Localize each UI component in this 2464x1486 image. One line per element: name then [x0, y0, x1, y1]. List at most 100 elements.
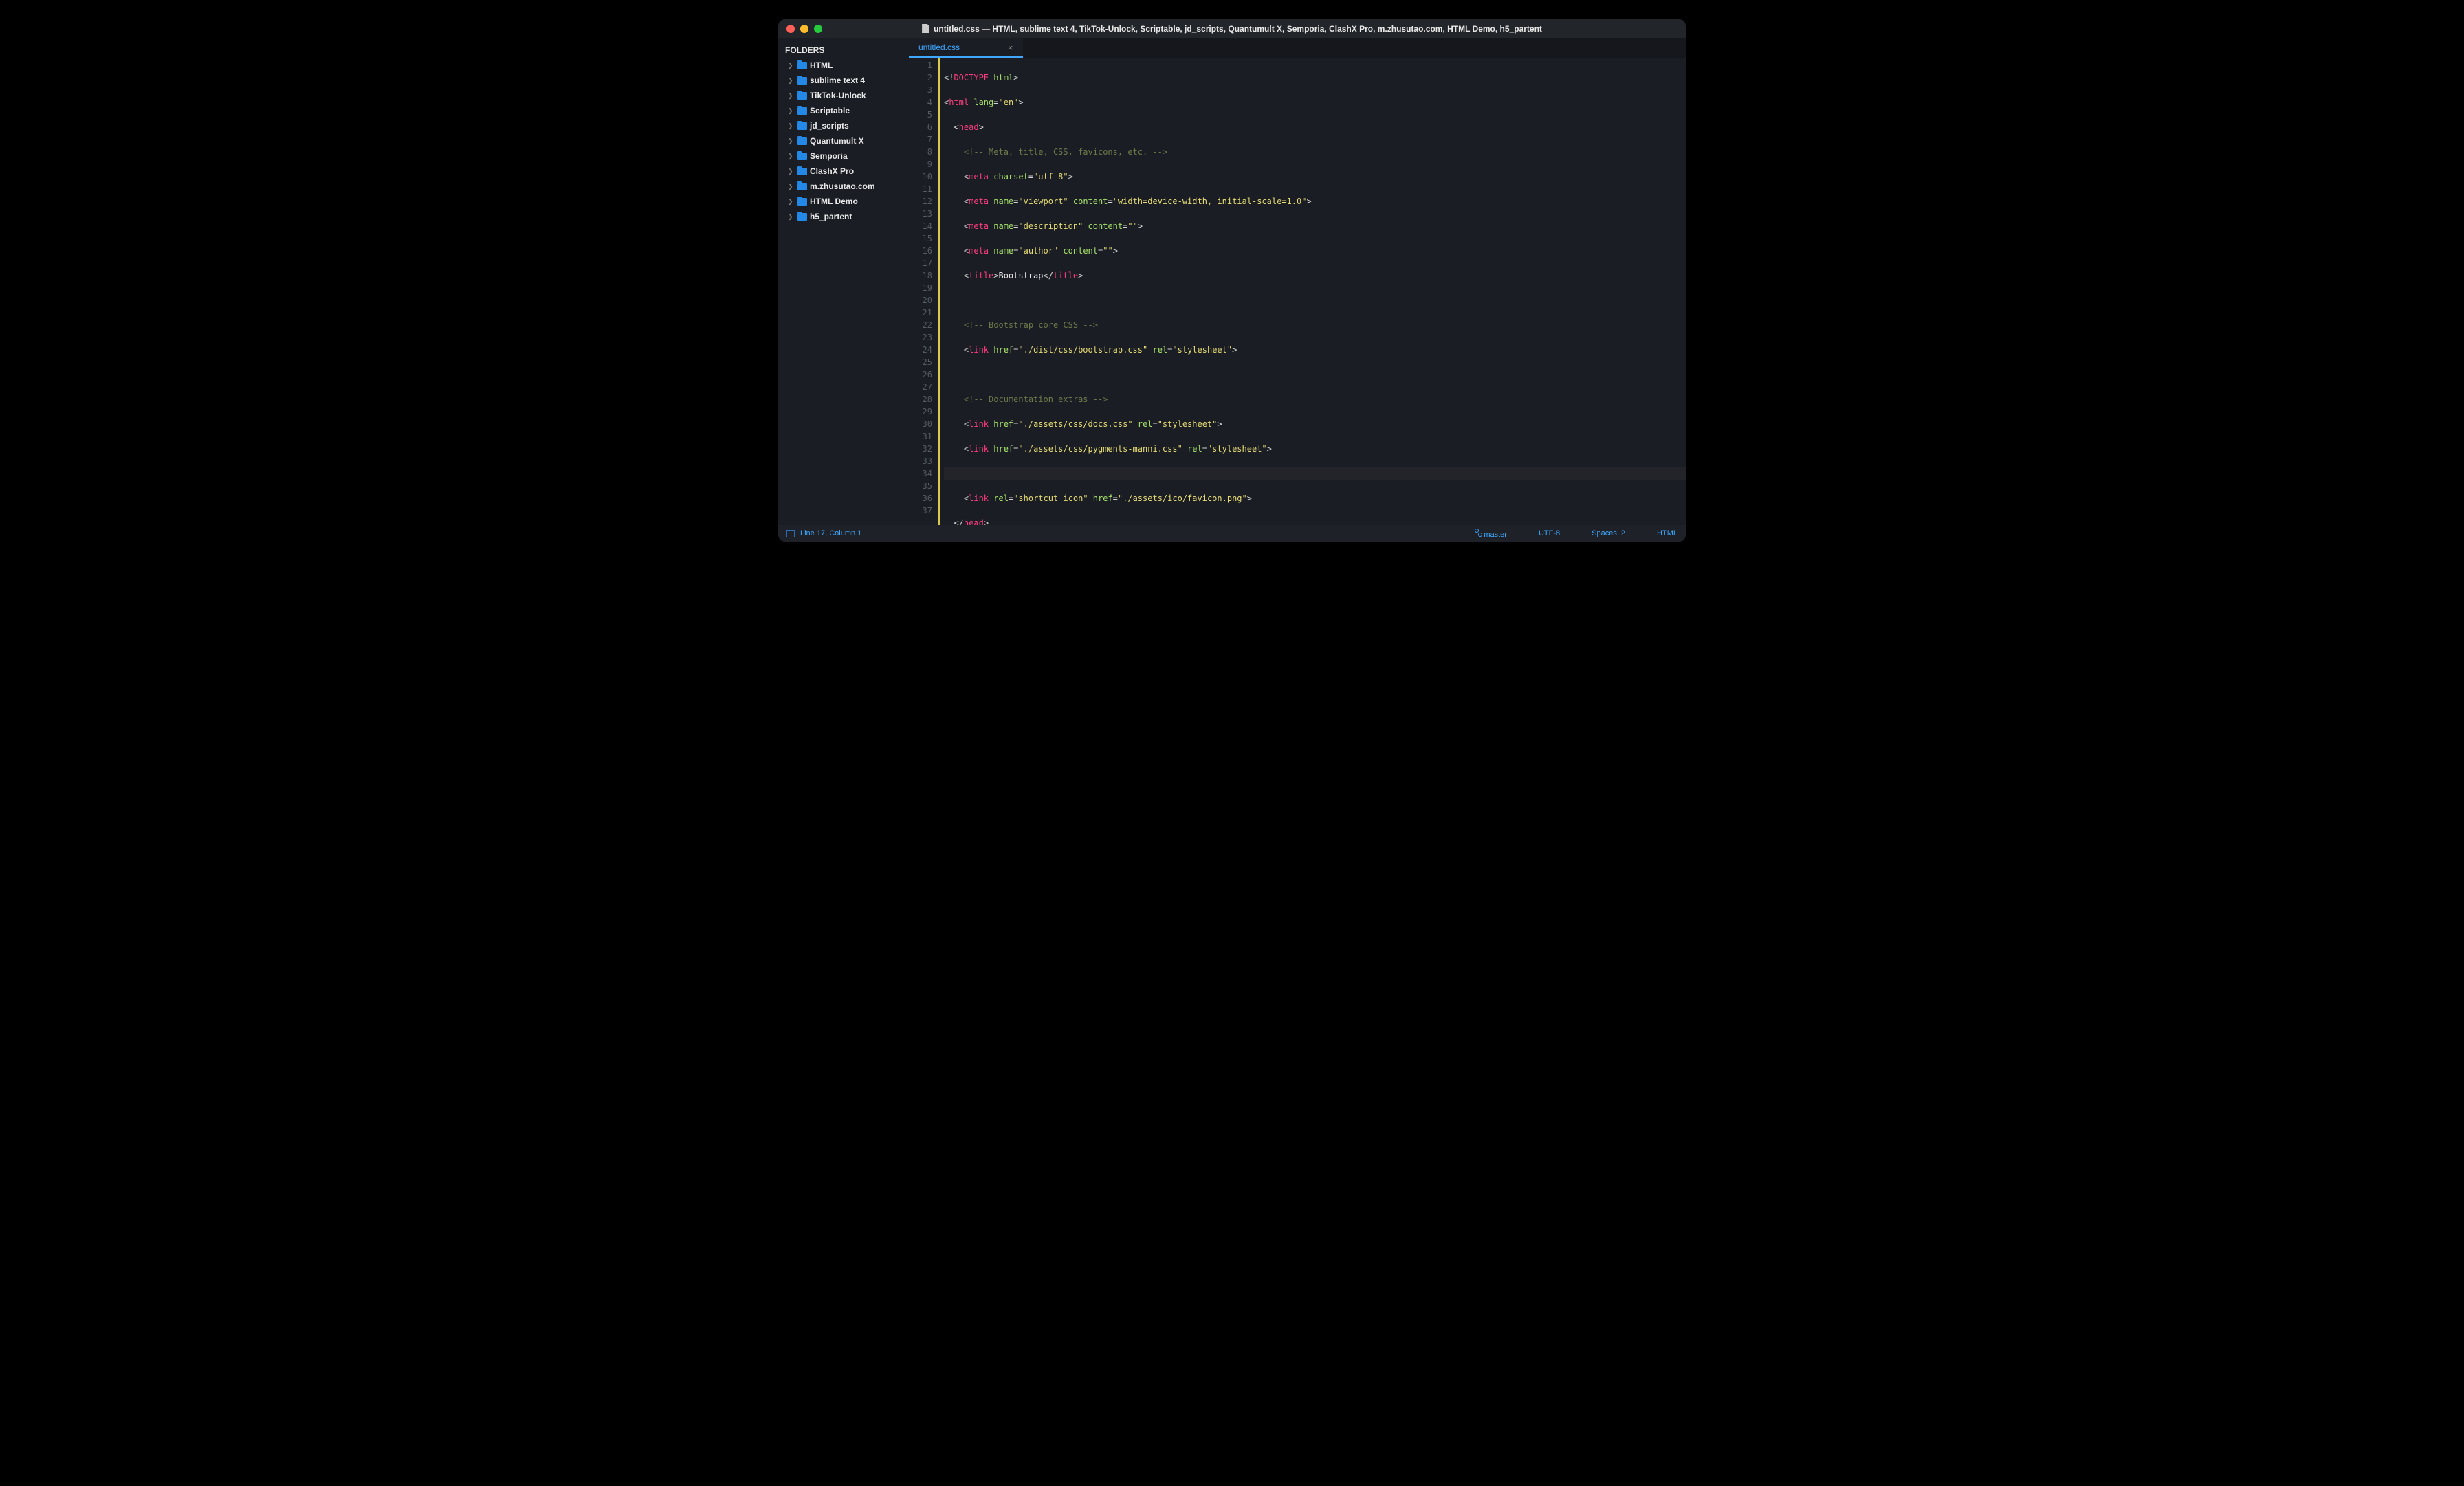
sidebar-item-tiktok[interactable]: ❯TikTok-Unlock — [778, 88, 909, 103]
window-title: untitled.css — HTML, sublime text 4, Tik… — [778, 24, 1686, 34]
line-number: 12 — [909, 195, 932, 208]
folder-label: jd_scripts — [810, 120, 849, 132]
line-number: 27 — [909, 381, 932, 393]
chevron-right-icon: ❯ — [788, 210, 795, 223]
chevron-right-icon: ❯ — [788, 74, 795, 87]
folder-label: ClashX Pro — [810, 165, 854, 177]
chevron-right-icon: ❯ — [788, 180, 795, 192]
line-number: 11 — [909, 183, 932, 195]
code-line[interactable]: <meta name="description" content=""> — [944, 220, 1686, 232]
status-left: Line 17, Column 1 — [786, 529, 861, 537]
sidebar-item-h5partent[interactable]: ❯h5_partent — [778, 209, 909, 224]
cursor-position[interactable]: Line 17, Column 1 — [800, 529, 861, 537]
indent[interactable]: Spaces: 2 — [1592, 529, 1625, 537]
code-line[interactable]: <title>Bootstrap</title> — [944, 269, 1686, 282]
code-line[interactable]: <link href="./dist/css/bootstrap.css" re… — [944, 344, 1686, 356]
syntax[interactable]: HTML — [1657, 529, 1678, 537]
folder-label: Semporia — [810, 150, 848, 162]
chevron-right-icon: ❯ — [788, 135, 795, 147]
line-number: 2 — [909, 71, 932, 84]
app-window: untitled.css — HTML, sublime text 4, Tik… — [778, 19, 1686, 542]
body-area: FOLDERS ❯HTML ❯sublime text 4 ❯TikTok-Un… — [778, 38, 1686, 525]
code-line[interactable]: <link href="./assets/css/pygments-manni.… — [944, 443, 1686, 455]
code-line[interactable]: <!DOCTYPE html> — [944, 71, 1686, 84]
window-title-text: untitled.css — HTML, sublime text 4, Tik… — [934, 24, 1542, 34]
sidebar-item-html[interactable]: ❯HTML — [778, 58, 909, 73]
line-number: 33 — [909, 455, 932, 467]
git-branch[interactable]: master — [1475, 529, 1507, 539]
line-number: 22 — [909, 319, 932, 331]
tab-label: untitled.css — [918, 43, 960, 52]
sidebar-item-scriptable[interactable]: ❯Scriptable — [778, 103, 909, 118]
line-number: 3 — [909, 84, 932, 96]
line-number: 13 — [909, 208, 932, 220]
code-line[interactable]: <!-- Bootstrap core CSS --> — [944, 319, 1686, 331]
close-icon[interactable]: × — [1008, 43, 1013, 53]
sidebar-header: FOLDERS — [778, 43, 909, 58]
titlebar[interactable]: untitled.css — HTML, sublime text 4, Tik… — [778, 19, 1686, 38]
encoding[interactable]: UTF-8 — [1539, 529, 1560, 537]
code-content[interactable]: <!DOCTYPE html> <html lang="en"> <head> … — [944, 58, 1686, 525]
code-line[interactable]: <meta name="viewport" content="width=dev… — [944, 195, 1686, 208]
tabbar: untitled.css × — [909, 38, 1686, 58]
code-line[interactable]: <link rel="shortcut icon" href="./assets… — [944, 492, 1686, 504]
chevron-right-icon: ❯ — [788, 104, 795, 117]
line-number: 6 — [909, 121, 932, 133]
panel-icon[interactable] — [786, 530, 795, 537]
code-line[interactable]: <head> — [944, 121, 1686, 133]
line-number: 17 — [909, 257, 932, 269]
code-editor[interactable]: 1 2 3 4 5 6 7 8 9 10 11 12 13 14 15 16 1 — [909, 58, 1686, 525]
tab-untitled[interactable]: untitled.css × — [909, 38, 1023, 58]
folder-icon — [798, 168, 807, 175]
code-line[interactable]: <link href="./assets/css/docs.css" rel="… — [944, 418, 1686, 430]
gutter: 1 2 3 4 5 6 7 8 9 10 11 12 13 14 15 16 1 — [909, 58, 938, 525]
code-line[interactable] — [944, 294, 1686, 307]
line-number: 15 — [909, 232, 932, 245]
folder-icon — [798, 213, 807, 221]
statusbar: Line 17, Column 1 master UTF-8 Spaces: 2… — [778, 525, 1686, 542]
sidebar[interactable]: FOLDERS ❯HTML ❯sublime text 4 ❯TikTok-Un… — [778, 38, 909, 525]
code-line-current[interactable] — [944, 467, 1686, 480]
line-number: 9 — [909, 158, 932, 170]
line-number: 30 — [909, 418, 932, 430]
folder-icon — [798, 198, 807, 206]
line-number: 14 — [909, 220, 932, 232]
line-number: 23 — [909, 331, 932, 344]
sidebar-item-quantumult[interactable]: ❯ Quantumult X — [778, 133, 909, 148]
line-number: 35 — [909, 480, 932, 492]
line-number: 29 — [909, 406, 932, 418]
sidebar-item-clashx[interactable]: ❯ClashX Pro — [778, 164, 909, 179]
folder-label: Quantumult X — [810, 135, 864, 147]
sidebar-item-zhusutao[interactable]: ❯m.zhusutao.com — [778, 179, 909, 194]
line-number: 26 — [909, 368, 932, 381]
folder-icon — [798, 122, 807, 130]
close-window-button[interactable] — [786, 25, 795, 33]
folder-icon — [798, 153, 807, 160]
code-line[interactable]: <meta name="author" content=""> — [944, 245, 1686, 257]
sidebar-item-htmldemo[interactable]: ❯HTML Demo — [778, 194, 909, 209]
line-number: 24 — [909, 344, 932, 356]
line-number: 5 — [909, 109, 932, 121]
code-line[interactable]: <!-- Meta, title, CSS, favicons, etc. --… — [944, 146, 1686, 158]
line-number: 34 — [909, 467, 932, 480]
line-number: 37 — [909, 504, 932, 517]
line-number: 16 — [909, 245, 932, 257]
sidebar-item-sublime[interactable]: ❯sublime text 4 — [778, 73, 909, 88]
minimize-window-button[interactable] — [800, 25, 808, 33]
code-line[interactable]: <meta charset="utf-8"> — [944, 170, 1686, 183]
zoom-window-button[interactable] — [814, 25, 822, 33]
code-line[interactable]: <html lang="en"> — [944, 96, 1686, 109]
line-number: 25 — [909, 356, 932, 368]
line-number: 10 — [909, 170, 932, 183]
sidebar-item-jd[interactable]: ❯jd_scripts — [778, 118, 909, 133]
sidebar-item-semporia[interactable]: ❯ Semporia — [778, 148, 909, 164]
chevron-right-icon: ❯ — [788, 89, 795, 102]
status-right: master UTF-8 Spaces: 2 HTML — [1475, 529, 1678, 539]
chevron-right-icon: ❯ — [788, 59, 795, 71]
code-line[interactable] — [944, 368, 1686, 381]
modified-gutter — [938, 58, 940, 525]
code-line[interactable]: </head> — [944, 517, 1686, 525]
folder-icon — [798, 92, 807, 100]
code-line[interactable]: <!-- Documentation extras --> — [944, 393, 1686, 406]
chevron-right-icon: ❯ — [788, 150, 795, 162]
